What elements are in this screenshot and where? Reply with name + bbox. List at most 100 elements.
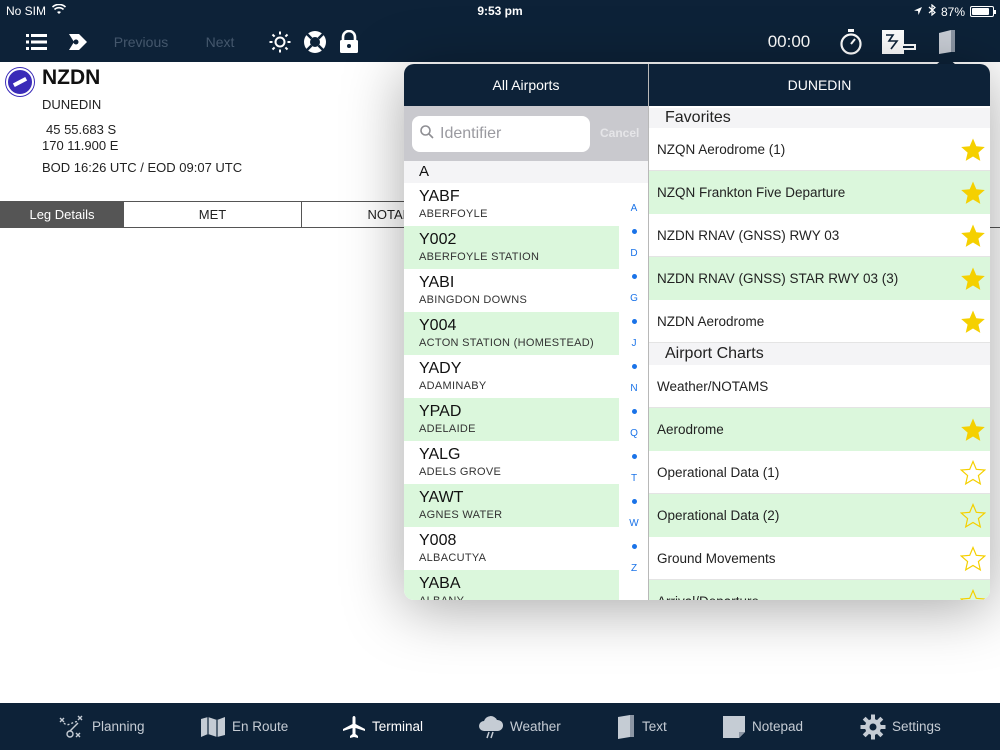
star-outline-icon[interactable] <box>959 459 987 486</box>
star-outline-icon[interactable] <box>959 502 987 529</box>
section-header-letter: A <box>404 161 648 183</box>
airport-list-item[interactable]: YALG ADELS GROVE <box>404 441 619 484</box>
airport-list-item[interactable]: YAWT AGNES WATER <box>404 484 619 527</box>
search-field[interactable] <box>412 116 590 152</box>
timer-readout[interactable]: 00:00 <box>762 22 816 62</box>
index-letter[interactable]: Q <box>624 423 644 446</box>
tab-met[interactable]: MET <box>123 201 302 228</box>
bluetooth-icon <box>928 3 936 19</box>
route-chart-icon[interactable] <box>880 22 918 62</box>
route-icon[interactable] <box>66 22 90 62</box>
chart-row[interactable]: Aerodrome <box>649 408 990 451</box>
identifier-search-input[interactable] <box>440 125 580 143</box>
airport-code: YABI <box>419 274 455 291</box>
chart-row[interactable]: NZQN Frankton Five Departure <box>649 171 990 214</box>
settings-label: Settings <box>892 719 941 734</box>
airport-list-item[interactable]: YABA ALBANY <box>404 570 619 600</box>
airport-name: AGNES WATER <box>419 509 503 521</box>
lifebuoy-icon[interactable] <box>302 22 328 62</box>
tab-leg-details[interactable]: Leg Details <box>0 201 124 228</box>
location-arrow-icon <box>913 5 923 19</box>
longitude: 170 11.900 E <box>42 138 119 153</box>
cancel-button[interactable]: Cancel <box>600 126 639 140</box>
star-filled-icon[interactable] <box>960 309 986 335</box>
dunedin-title: DUNEDIN <box>649 64 990 106</box>
star-filled-icon[interactable] <box>960 417 986 443</box>
airport-name: ADELAIDE <box>419 423 476 435</box>
star-outline-icon[interactable] <box>959 588 987 600</box>
index-letter[interactable]: T <box>624 468 644 491</box>
chart-row[interactable]: Operational Data (1) <box>649 451 990 494</box>
lock-icon[interactable] <box>338 22 360 62</box>
airport-chart-popover: All Airports Cancel A YABF ABERFOYLE Y002 A… <box>404 64 990 600</box>
gear-icon <box>860 714 886 740</box>
clock: 9:53 pm <box>477 4 523 18</box>
chart-row[interactable]: Operational Data (2) <box>649 494 990 537</box>
chart-row[interactable]: NZDN RNAV (GNSS) RWY 03 <box>649 214 990 257</box>
star-filled-icon[interactable] <box>960 266 986 292</box>
airport-list-item[interactable]: YABF ABERFOYLE <box>404 183 619 226</box>
airport-code: YAWT <box>419 489 464 506</box>
index-letter[interactable]: G <box>624 288 644 311</box>
tab-weather[interactable]: Weather <box>478 703 561 750</box>
airport-list-item[interactable]: Y002 ABERFOYLE STATION <box>404 226 619 269</box>
chart-label: Arrival/Departure <box>657 594 759 600</box>
star-filled-icon[interactable] <box>960 137 986 163</box>
index-dot <box>624 356 644 379</box>
tab-notepad[interactable]: Notepad <box>722 703 803 750</box>
airport-status-icon[interactable] <box>6 68 34 96</box>
tab-planning[interactable]: Planning <box>58 703 145 750</box>
airport-info-panel: NZDN DUNEDIN 45 55.683 S 170 11.900 E BO… <box>0 62 404 202</box>
chart-label: NZQN Frankton Five Departure <box>657 185 846 200</box>
chart-label: NZDN RNAV (GNSS) RWY 03 <box>657 227 840 243</box>
star-filled-icon[interactable] <box>960 223 986 249</box>
airport-name: ADAMINABY <box>419 380 487 392</box>
chart-row[interactable]: NZDN RNAV (GNSS) STAR RWY 03 (3) <box>649 257 990 300</box>
airport-charts-header: Airport Charts <box>649 343 990 365</box>
airport-name: ACTON STATION (HOMESTEAD) <box>419 337 594 349</box>
airport-list-item[interactable]: Y008 ALBACUTYA <box>404 527 619 570</box>
tab-en-route[interactable]: En Route <box>200 703 288 750</box>
star-outline-icon[interactable] <box>959 545 987 572</box>
previous-button[interactable]: Previous <box>110 22 172 62</box>
chart-row[interactable]: NZQN Aerodrome (1) <box>649 128 990 171</box>
chart-row[interactable]: Ground Movements <box>649 537 990 580</box>
tab-terminal[interactable]: Terminal <box>342 703 423 750</box>
airport-name: ALBACUTYA <box>419 552 487 564</box>
list-icon[interactable] <box>24 22 50 62</box>
chart-row[interactable]: NZDN Aerodrome <box>649 300 990 343</box>
index-dot <box>624 536 644 559</box>
tab-settings[interactable]: Settings <box>860 703 941 750</box>
airport-list-item[interactable]: YABI ABINGDON DOWNS <box>404 269 619 312</box>
toolbar: Previous Next 00:00 <box>0 22 1000 62</box>
terminal-label: Terminal <box>372 719 424 734</box>
chart-row[interactable]: Weather/NOTAMS <box>649 365 990 408</box>
stopwatch-icon[interactable] <box>838 22 864 62</box>
airport-code: Y002 <box>419 231 457 248</box>
airport-list-pane: All Airports Cancel A YABF ABERFOYLE Y002 A… <box>404 64 649 600</box>
alphabet-index[interactable]: ADGJNQTWZ <box>624 198 644 581</box>
airport-list-item[interactable]: Y004 ACTON STATION (HOMESTEAD) <box>404 312 619 355</box>
notepad-label: Notepad <box>752 719 804 734</box>
battery-icon <box>970 6 996 17</box>
airport-list-item[interactable]: YADY ADAMINABY <box>404 355 619 398</box>
airport-list-item[interactable]: YPAD ADELAIDE <box>404 398 619 441</box>
chart-label: NZDN Aerodrome <box>657 313 765 329</box>
index-dot <box>624 446 644 469</box>
tab-text[interactable]: Text <box>616 703 667 750</box>
search-bar: Cancel <box>404 106 648 161</box>
index-letter[interactable]: N <box>624 378 644 401</box>
index-letter[interactable]: D <box>624 243 644 266</box>
chart-label: NZDN RNAV (GNSS) STAR RWY 03 (3) <box>657 271 899 286</box>
airport-name: ABERFOYLE <box>419 208 488 220</box>
airport-list: YABF ABERFOYLE Y002 ABERFOYLE STATION YABI AB… <box>404 183 648 600</box>
brightness-icon[interactable] <box>268 22 292 62</box>
next-button[interactable]: Next <box>200 22 240 62</box>
index-letter[interactable]: Z <box>624 558 644 581</box>
star-filled-icon[interactable] <box>960 180 986 206</box>
index-letter[interactable]: J <box>624 333 644 356</box>
index-letter[interactable]: W <box>624 513 644 536</box>
airport-code: YABF <box>419 188 460 205</box>
index-letter[interactable]: A <box>624 198 644 221</box>
chart-row[interactable]: Arrival/Departure <box>649 580 990 600</box>
